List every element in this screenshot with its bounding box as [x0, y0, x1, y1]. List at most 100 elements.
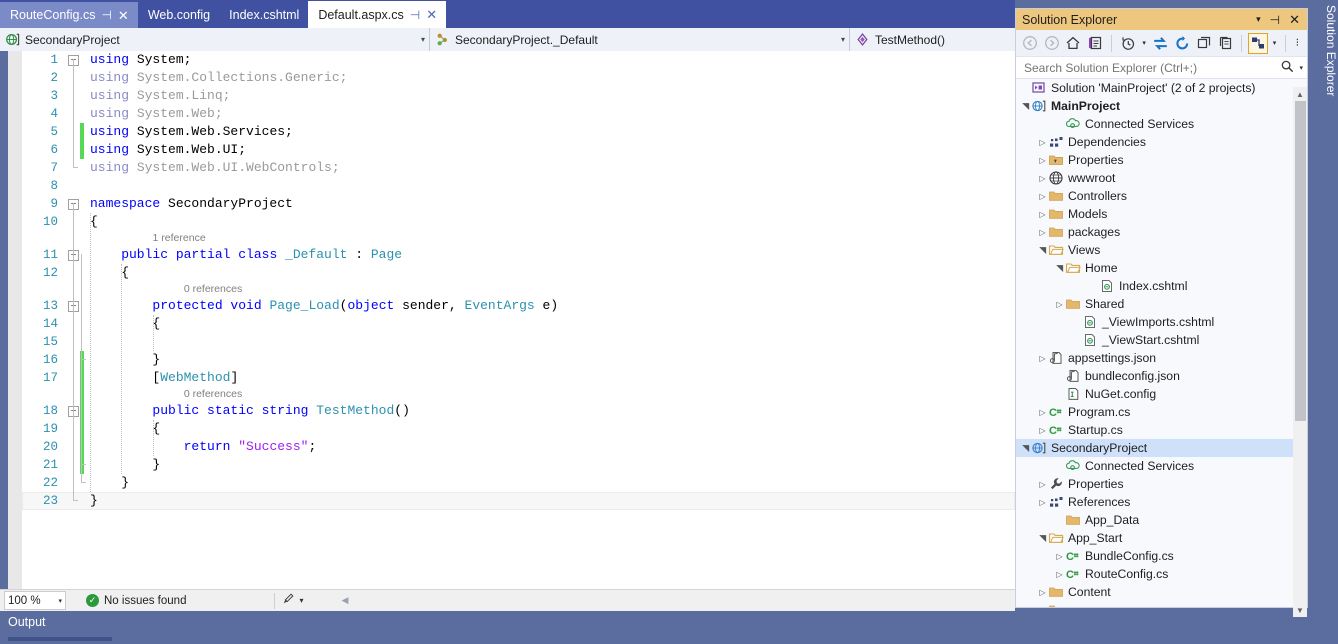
chevron-down-icon[interactable]: ▾ — [1140, 39, 1148, 47]
tree-item[interactable]: ▷ Dependencies — [1016, 133, 1307, 151]
expander-icon[interactable]: ▷ — [1054, 300, 1065, 309]
scroll-up-arrow[interactable]: ▲ — [1293, 87, 1307, 101]
code-line[interactable]: 4 using System.Web; — [22, 105, 1015, 123]
tree-item[interactable]: ▷ C RouteConfig.cs — [1016, 565, 1307, 583]
history-icon[interactable] — [1118, 33, 1138, 54]
tab-default-aspx-cs[interactable]: Default.aspx.cs ⊣ ✕ — [308, 1, 447, 28]
code-line[interactable]: 18 public static string TestMethod() — [22, 402, 1015, 420]
expander-icon[interactable]: ▷ — [1037, 354, 1048, 363]
navbar-project-dropdown[interactable]: SecondaryProject ▾ — [0, 28, 430, 51]
tree-item[interactable]: _ViewStart.cshtml — [1016, 331, 1307, 349]
tree-item[interactable]: Connected Services — [1016, 457, 1307, 475]
tree-item[interactable]: ▷ Models — [1016, 205, 1307, 223]
tab-index-cshtml[interactable]: Index.cshtml — [219, 2, 309, 28]
code-line[interactable]: 9 namespace SecondaryProject — [22, 195, 1015, 213]
expander-icon[interactable]: ▷ — [1054, 570, 1065, 579]
code-line[interactable]: 20 return "Success"; — [22, 438, 1015, 456]
properties-icon[interactable] — [1248, 32, 1269, 54]
tree-item[interactable]: ▷ Properties — [1016, 151, 1307, 169]
tree-item[interactable]: ◢ MainProject — [1016, 97, 1307, 115]
tree-item[interactable]: NuGet.config — [1016, 385, 1307, 403]
expander-icon[interactable]: ▷ — [1037, 426, 1048, 435]
code-line[interactable]: 22 } — [22, 474, 1015, 492]
sync-icon[interactable] — [1172, 33, 1192, 54]
tree-item[interactable]: ▷ References — [1016, 493, 1307, 511]
codelens-row[interactable]: 1 reference — [22, 231, 1015, 246]
solution-tree-scrollbar[interactable]: ▲ ▼ — [1293, 87, 1307, 617]
scroll-down-arrow[interactable]: ▼ — [1293, 603, 1307, 617]
tab-routeconfig-cs[interactable]: RouteConfig.cs ⊣ ✕ — [0, 2, 138, 28]
zoom-level-dropdown[interactable]: 100 % ▾ — [4, 591, 66, 610]
expander-icon[interactable]: ▷ — [1037, 228, 1048, 237]
expander-icon[interactable]: ▷ — [1037, 408, 1048, 417]
expander-icon[interactable]: ▷ — [1037, 498, 1048, 507]
chevron-down-icon[interactable]: ▾ — [299, 596, 303, 605]
tree-item[interactable]: Solution 'MainProject' (2 of 2 projects) — [1016, 79, 1307, 97]
tree-item[interactable]: ◢ App_Start — [1016, 529, 1307, 547]
chevron-down-icon[interactable]: ▾ — [58, 597, 62, 605]
expander-icon[interactable]: ◢ — [1020, 443, 1031, 454]
tree-item[interactable]: ▷ wwwroot — [1016, 169, 1307, 187]
tree-item[interactable]: App_Data — [1016, 511, 1307, 529]
expander-icon[interactable]: ▷ — [1037, 174, 1048, 183]
scroll-left-arrow[interactable]: ◀ — [341, 595, 348, 606]
code-line[interactable]: 21 } — [22, 456, 1015, 474]
back-arrow-icon[interactable] — [1020, 33, 1040, 54]
chevron-down-icon[interactable]: ▾ — [1295, 64, 1303, 72]
code-line[interactable]: 12 { — [22, 264, 1015, 282]
tree-item[interactable]: _ViewImports.cshtml — [1016, 313, 1307, 331]
tree-item[interactable]: ▷ Content — [1016, 583, 1307, 601]
tree-item[interactable]: bundleconfig.json — [1016, 367, 1307, 385]
expander-icon[interactable]: ◢ — [1037, 245, 1048, 256]
close-icon[interactable]: ✕ — [426, 8, 437, 21]
chevron-down-icon[interactable]: ▾ — [1270, 39, 1278, 47]
expander-icon[interactable]: ▷ — [1037, 480, 1048, 489]
code-line[interactable]: 10 { — [22, 213, 1015, 231]
tree-item[interactable]: ▷ — [1016, 601, 1307, 607]
codelens-label[interactable]: 0 references — [184, 282, 242, 297]
expander-icon[interactable]: ▷ — [1037, 192, 1048, 201]
expander-icon[interactable]: ◢ — [1054, 263, 1065, 274]
tree-item[interactable]: ▷ C BundleConfig.cs — [1016, 547, 1307, 565]
code-editor[interactable]: 1 using System; 2 using System.Collections.… — [0, 51, 1015, 589]
code-line[interactable]: 16 } — [22, 351, 1015, 369]
codelens-label[interactable]: 1 reference — [153, 231, 206, 246]
code-line[interactable]: 6 using System.Web.UI; — [22, 141, 1015, 159]
expander-icon[interactable]: ▷ — [1037, 138, 1048, 147]
expander-icon[interactable]: ▷ — [1037, 606, 1048, 608]
solution-explorer-search[interactable]: ▾ — [1016, 57, 1307, 79]
expander-icon[interactable]: ◢ — [1020, 101, 1031, 112]
show-all-files-icon[interactable] — [1216, 33, 1236, 54]
toolbar-overflow-icon[interactable]: ⁝ — [1292, 33, 1303, 54]
output-tab-label[interactable]: Output — [8, 615, 46, 629]
search-input[interactable] — [1022, 59, 1281, 76]
solution-explorer-title-bar[interactable]: Solution Explorer ▾ ⊣ ✕ — [1016, 9, 1307, 30]
tree-item[interactable]: ▷ Controllers — [1016, 187, 1307, 205]
code-line[interactable]: 3 using System.Linq; — [22, 87, 1015, 105]
expander-icon[interactable]: ▷ — [1054, 552, 1065, 561]
code-line[interactable]: 13 protected void Page_Load(object sende… — [22, 297, 1015, 315]
code-line[interactable]: 5 using System.Web.Services; — [22, 123, 1015, 141]
expander-icon[interactable]: ▷ — [1037, 588, 1048, 597]
pin-icon[interactable]: ⊣ — [101, 9, 111, 21]
codelens-label[interactable]: 0 references — [184, 387, 242, 402]
navbar-type-dropdown[interactable]: SecondaryProject._Default ▾ — [430, 28, 850, 51]
forward-arrow-icon[interactable] — [1042, 33, 1062, 54]
code-line[interactable]: 11 public partial class _Default : Page — [22, 246, 1015, 264]
tree-item[interactable]: ◢ Views — [1016, 241, 1307, 259]
tree-item[interactable]: ▷ appsettings.json — [1016, 349, 1307, 367]
tree-item[interactable]: ▷ Shared — [1016, 295, 1307, 313]
pin-icon[interactable]: ⊣ — [1270, 13, 1280, 27]
collapse-all-icon[interactable] — [1194, 33, 1214, 54]
search-icon[interactable] — [1280, 59, 1295, 77]
pin-icon[interactable]: ⊣ — [410, 9, 420, 21]
code-text-area[interactable]: 1 using System; 2 using System.Collections.… — [22, 51, 1015, 589]
tree-item[interactable]: ▷ C Startup.cs — [1016, 421, 1307, 439]
issues-status[interactable]: ✓ No issues found — [86, 594, 186, 607]
code-line[interactable]: 19 { — [22, 420, 1015, 438]
tree-item[interactable]: ▷ Properties — [1016, 475, 1307, 493]
tab-web-config[interactable]: Web.config — [137, 2, 220, 28]
code-line[interactable]: 15 — [22, 333, 1015, 351]
chevron-down-icon[interactable]: ▾ — [413, 35, 425, 44]
code-line[interactable]: 1 using System; — [22, 51, 1015, 69]
